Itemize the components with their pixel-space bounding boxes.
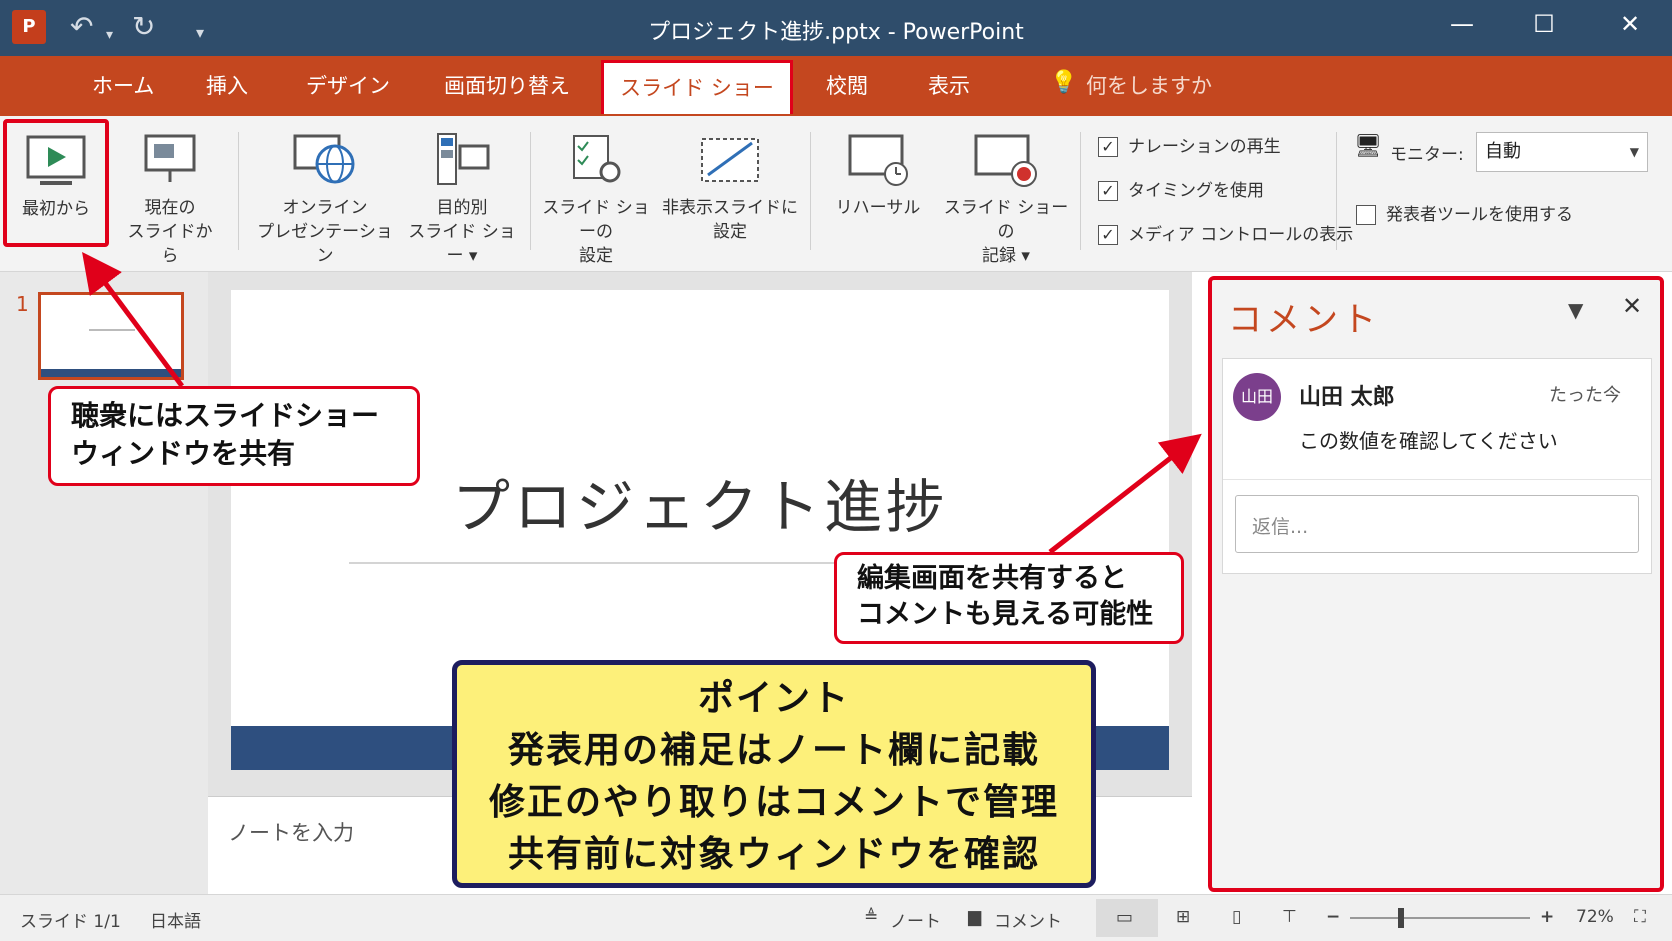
point-line-3: 共有前に対象ウィンドウを確認 (507, 834, 1040, 875)
point-callout: ポイント 発表用の補足はノート欄に記載 修正のやり取りはコメントで管理 共有前に… (452, 660, 1096, 888)
arrow-to-from-beginning (82, 251, 185, 388)
point-line-2: 修正のやり取りはコメントで管理 (488, 782, 1059, 823)
callout-audience-line-1: 聴衆にはスライドショー (71, 399, 380, 432)
point-line-1: 発表用の補足はノート欄に記載 (507, 730, 1040, 771)
callout-comments: 編集画面を共有すると コメントも見える可能性 (834, 552, 1184, 644)
callout-audience: 聴衆にはスライドショー ウィンドウを共有 (48, 386, 420, 486)
callout-comments-line-1: 編集画面を共有すると (857, 563, 1127, 594)
callout-comments-line-2: コメントも見える可能性 (857, 599, 1154, 630)
callout-audience-line-2: ウィンドウを共有 (71, 437, 296, 470)
point-title: ポイント (697, 678, 850, 719)
arrow-to-comments-pane (1048, 433, 1202, 554)
